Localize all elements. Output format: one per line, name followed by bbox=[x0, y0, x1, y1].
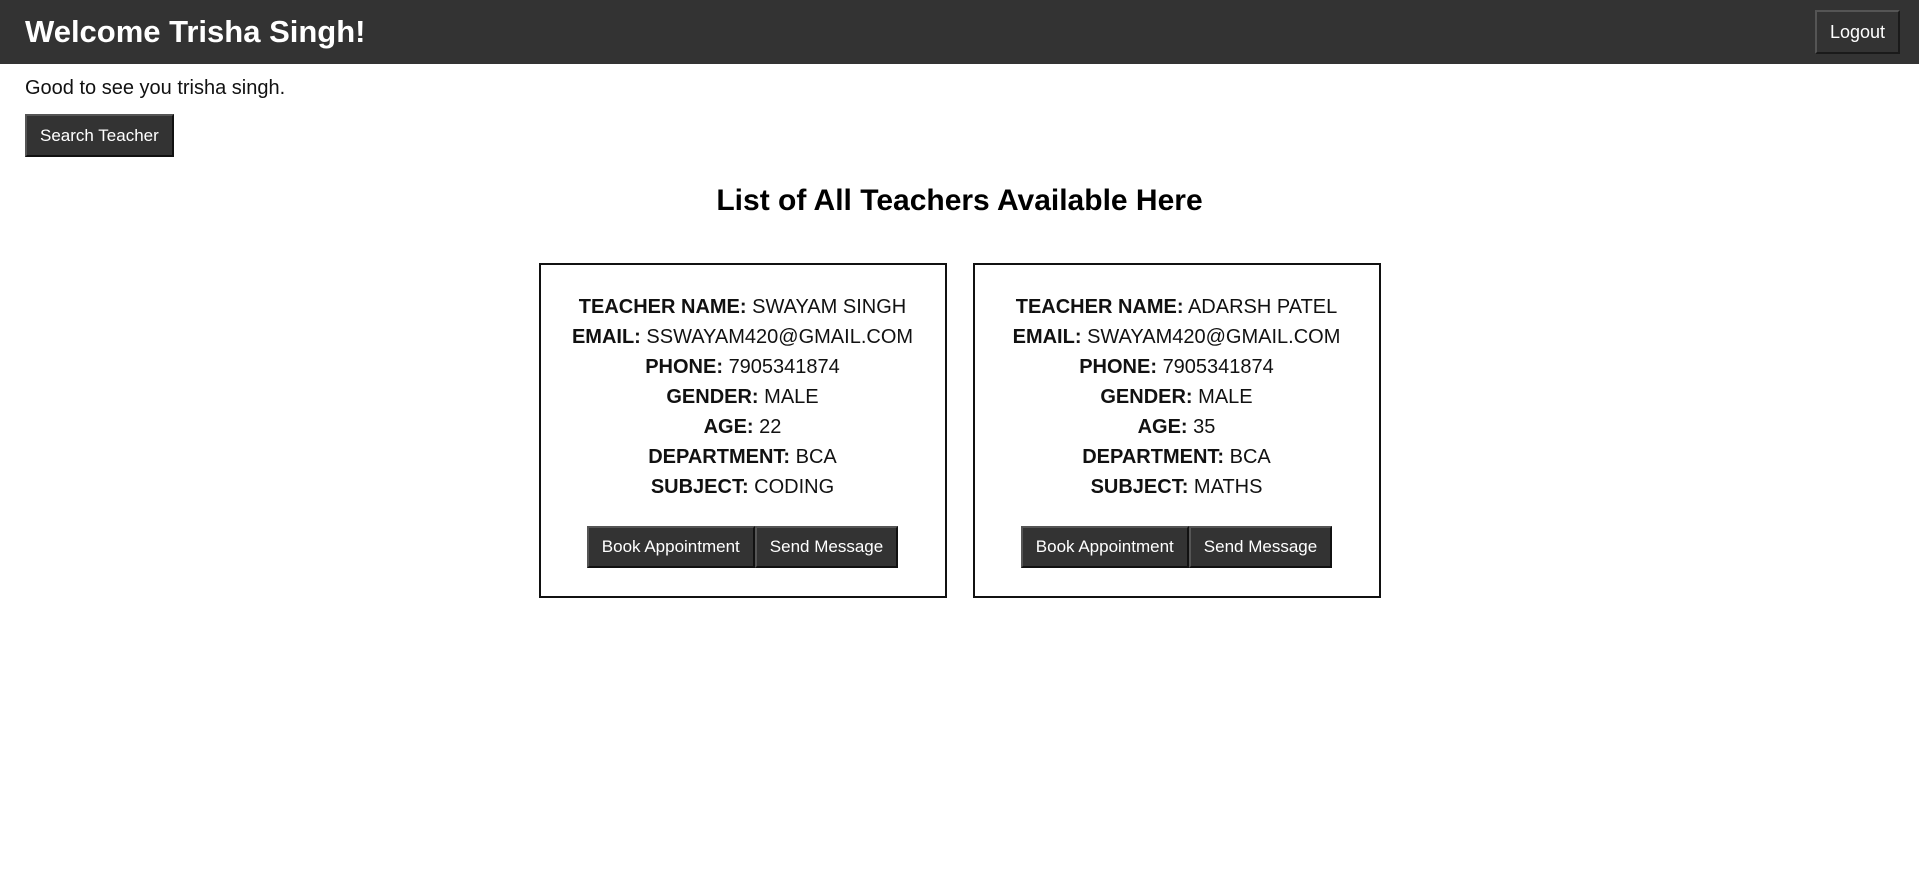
teacher-email-field: EMAIL: SWAYAM420@GMAIL.COM bbox=[975, 322, 1379, 352]
teacher-card: TEACHER NAME: ADARSH PATEL EMAIL: SWAYAM… bbox=[972, 263, 1381, 598]
card-actions: Book Appointment Send Message bbox=[541, 526, 945, 568]
teacher-phone: 7905341874 bbox=[728, 356, 840, 378]
teacher-list-heading: List of All Teachers Available Here bbox=[716, 184, 1203, 217]
field-label: PHONE: bbox=[1079, 356, 1157, 378]
top-header: Welcome Trisha Singh! Logout bbox=[0, 0, 1919, 64]
teacher-age-field: AGE: 35 bbox=[975, 412, 1379, 442]
teacher-gender: MALE bbox=[764, 386, 819, 408]
field-label: TEACHER NAME: bbox=[1015, 296, 1184, 318]
teacher-phone-field: PHONE: 7905341874 bbox=[541, 352, 945, 382]
field-label: DEPARTMENT: bbox=[1082, 446, 1225, 468]
field-label: SUBJECT: bbox=[1090, 476, 1189, 498]
field-label: EMAIL: bbox=[1012, 326, 1082, 348]
teacher-age: 22 bbox=[759, 416, 782, 438]
teacher-email: SWAYAM420@GMAIL.COM bbox=[1087, 326, 1341, 348]
greeting-text: Good to see you trisha singh. bbox=[25, 77, 286, 99]
teacher-email-field: EMAIL: SSWAYAM420@GMAIL.COM bbox=[541, 322, 945, 352]
teacher-age: 35 bbox=[1193, 416, 1216, 438]
book-appointment-button[interactable]: Book Appointment bbox=[1020, 526, 1189, 568]
logout-button[interactable]: Logout bbox=[1814, 10, 1900, 54]
page-title: Welcome Trisha Singh! bbox=[25, 14, 366, 49]
field-label: AGE: bbox=[1137, 416, 1188, 438]
teacher-age-field: AGE: 22 bbox=[541, 412, 945, 442]
send-message-button[interactable]: Send Message bbox=[1188, 526, 1333, 568]
card-actions: Book Appointment Send Message bbox=[975, 526, 1379, 568]
teacher-department: BCA bbox=[1229, 446, 1271, 468]
field-label: SUBJECT: bbox=[650, 476, 749, 498]
field-label: EMAIL: bbox=[571, 326, 641, 348]
field-label: GENDER: bbox=[666, 386, 759, 408]
field-label: PHONE: bbox=[645, 356, 723, 378]
teacher-card: TEACHER NAME: SWAYAM SINGH EMAIL: SSWAYA… bbox=[538, 263, 947, 598]
field-label: DEPARTMENT: bbox=[648, 446, 791, 468]
teacher-name: ADARSH PATEL bbox=[1187, 296, 1338, 318]
send-message-button[interactable]: Send Message bbox=[754, 526, 899, 568]
field-label: TEACHER NAME: bbox=[578, 296, 747, 318]
search-teacher-button[interactable]: Search Teacher bbox=[25, 114, 174, 157]
teacher-name-field: TEACHER NAME: ADARSH PATEL bbox=[975, 292, 1379, 322]
teacher-subject: CODING bbox=[754, 476, 835, 498]
teacher-cards: TEACHER NAME: SWAYAM SINGH EMAIL: SSWAYA… bbox=[0, 263, 1919, 598]
teacher-department-field: DEPARTMENT: BCA bbox=[541, 442, 945, 472]
teacher-subject: MATHS bbox=[1193, 476, 1263, 498]
teacher-name-field: TEACHER NAME: SWAYAM SINGH bbox=[541, 292, 945, 322]
teacher-name: SWAYAM SINGH bbox=[752, 296, 907, 318]
teacher-department: BCA bbox=[795, 446, 837, 468]
teacher-gender-field: GENDER: MALE bbox=[975, 382, 1379, 412]
teacher-subject-field: SUBJECT: MATHS bbox=[975, 472, 1379, 502]
teacher-gender-field: GENDER: MALE bbox=[541, 382, 945, 412]
field-label: AGE: bbox=[703, 416, 754, 438]
teacher-email: SSWAYAM420@GMAIL.COM bbox=[646, 326, 914, 348]
book-appointment-button[interactable]: Book Appointment bbox=[586, 526, 755, 568]
teacher-department-field: DEPARTMENT: BCA bbox=[975, 442, 1379, 472]
teacher-phone-field: PHONE: 7905341874 bbox=[975, 352, 1379, 382]
field-label: GENDER: bbox=[1100, 386, 1193, 408]
teacher-subject-field: SUBJECT: CODING bbox=[541, 472, 945, 502]
teacher-gender: MALE bbox=[1198, 386, 1253, 408]
teacher-phone: 7905341874 bbox=[1162, 356, 1274, 378]
